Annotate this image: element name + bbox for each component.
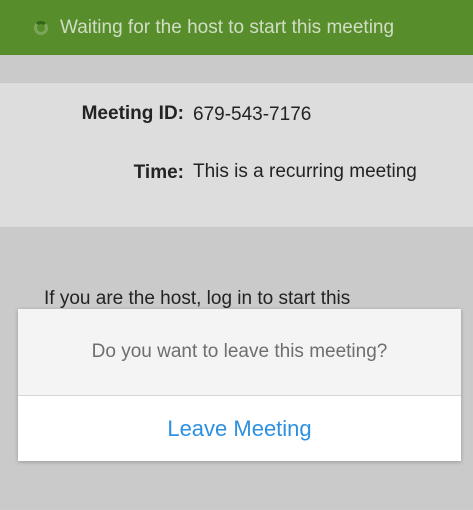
leave-meeting-dialog: Do you want to leave this meeting? Leave… [18,309,461,461]
app-screen: Waiting for the host to start this meeti… [0,0,473,510]
dialog-message: Do you want to leave this meeting? [18,309,461,396]
leave-meeting-button[interactable]: Leave Meeting [18,396,461,461]
